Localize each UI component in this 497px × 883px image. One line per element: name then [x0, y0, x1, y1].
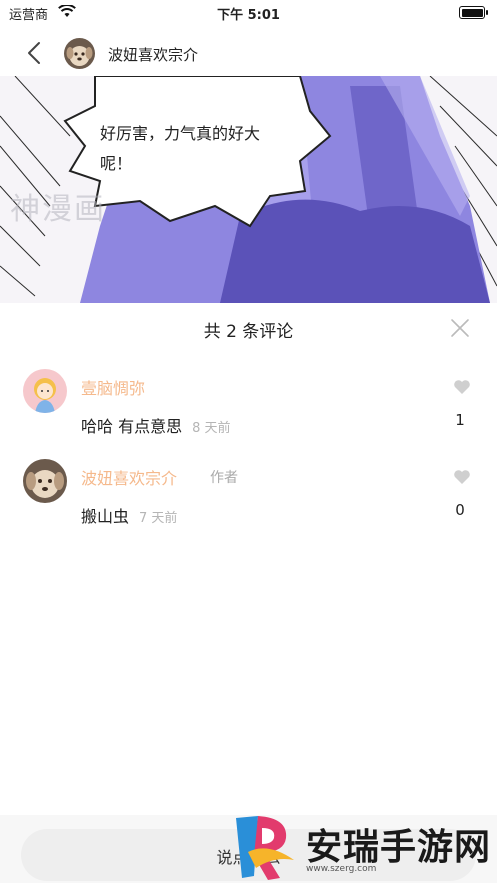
site-logo-icon: [236, 816, 294, 880]
comment-author[interactable]: 壹脑惆弥: [81, 375, 145, 399]
back-button[interactable]: [20, 38, 48, 68]
comment-item: 波妞喜欢宗介 作者 搬山虫 7 天前 0: [0, 459, 497, 549]
comments-sheet: 共 2 条评论 壹脑惆弥 哈哈 有点意思 8 天前 1 波妞喜欢宗介 作者 搬山…: [0, 303, 497, 883]
comment-text: 搬山虫: [81, 507, 130, 526]
commenter-avatar[interactable]: [23, 369, 67, 413]
status-bar: 运营商 下午 5:01: [0, 0, 497, 26]
speech-bubble-text: 好厉害，力气真的好大呢！: [100, 124, 261, 173]
site-watermark-logo: 安瑞手游网 www.szerg.com: [228, 812, 497, 883]
comments-header: 共 2 条评论: [0, 303, 497, 353]
like-button[interactable]: [453, 379, 471, 395]
comment-item: 壹脑惆弥 哈哈 有点意思 8 天前 1: [0, 369, 497, 459]
comic-watermark: 神漫画: [10, 192, 106, 227]
close-icon: [451, 319, 469, 337]
battery-icon: [459, 6, 488, 19]
status-clock: 下午 5:01: [217, 8, 280, 23]
like-count: 0: [455, 501, 465, 519]
site-logo-url: www.szerg.com: [306, 864, 377, 874]
author-badge: 作者: [210, 470, 238, 486]
comment-body: 搬山虫 7 天前: [81, 503, 177, 527]
commenter-avatar[interactable]: [23, 459, 67, 503]
like-button[interactable]: [453, 469, 471, 485]
like-count: 1: [455, 411, 465, 429]
comment-body: 哈哈 有点意思 8 天前: [81, 413, 231, 437]
heart-icon: [454, 470, 470, 484]
comic-panel-image: 好厉害，力气真的好大呢！ 神漫画: [0, 76, 497, 303]
page-title: 波妞喜欢宗介: [108, 46, 199, 64]
close-button[interactable]: [449, 317, 471, 339]
heart-icon: [454, 380, 470, 394]
chevron-left-icon: [28, 42, 40, 64]
comment-time: 8 天前: [192, 421, 231, 436]
nav-bar: 波妞喜欢宗介: [0, 30, 497, 76]
site-logo-text: 安瑞手游网: [306, 826, 492, 868]
comment-author[interactable]: 波妞喜欢宗介: [81, 465, 177, 489]
comment-time: 7 天前: [139, 511, 178, 526]
comments-count-title: 共 2 条评论: [203, 322, 294, 342]
comment-text: 哈哈 有点意思: [81, 417, 183, 436]
author-avatar[interactable]: [64, 38, 95, 69]
